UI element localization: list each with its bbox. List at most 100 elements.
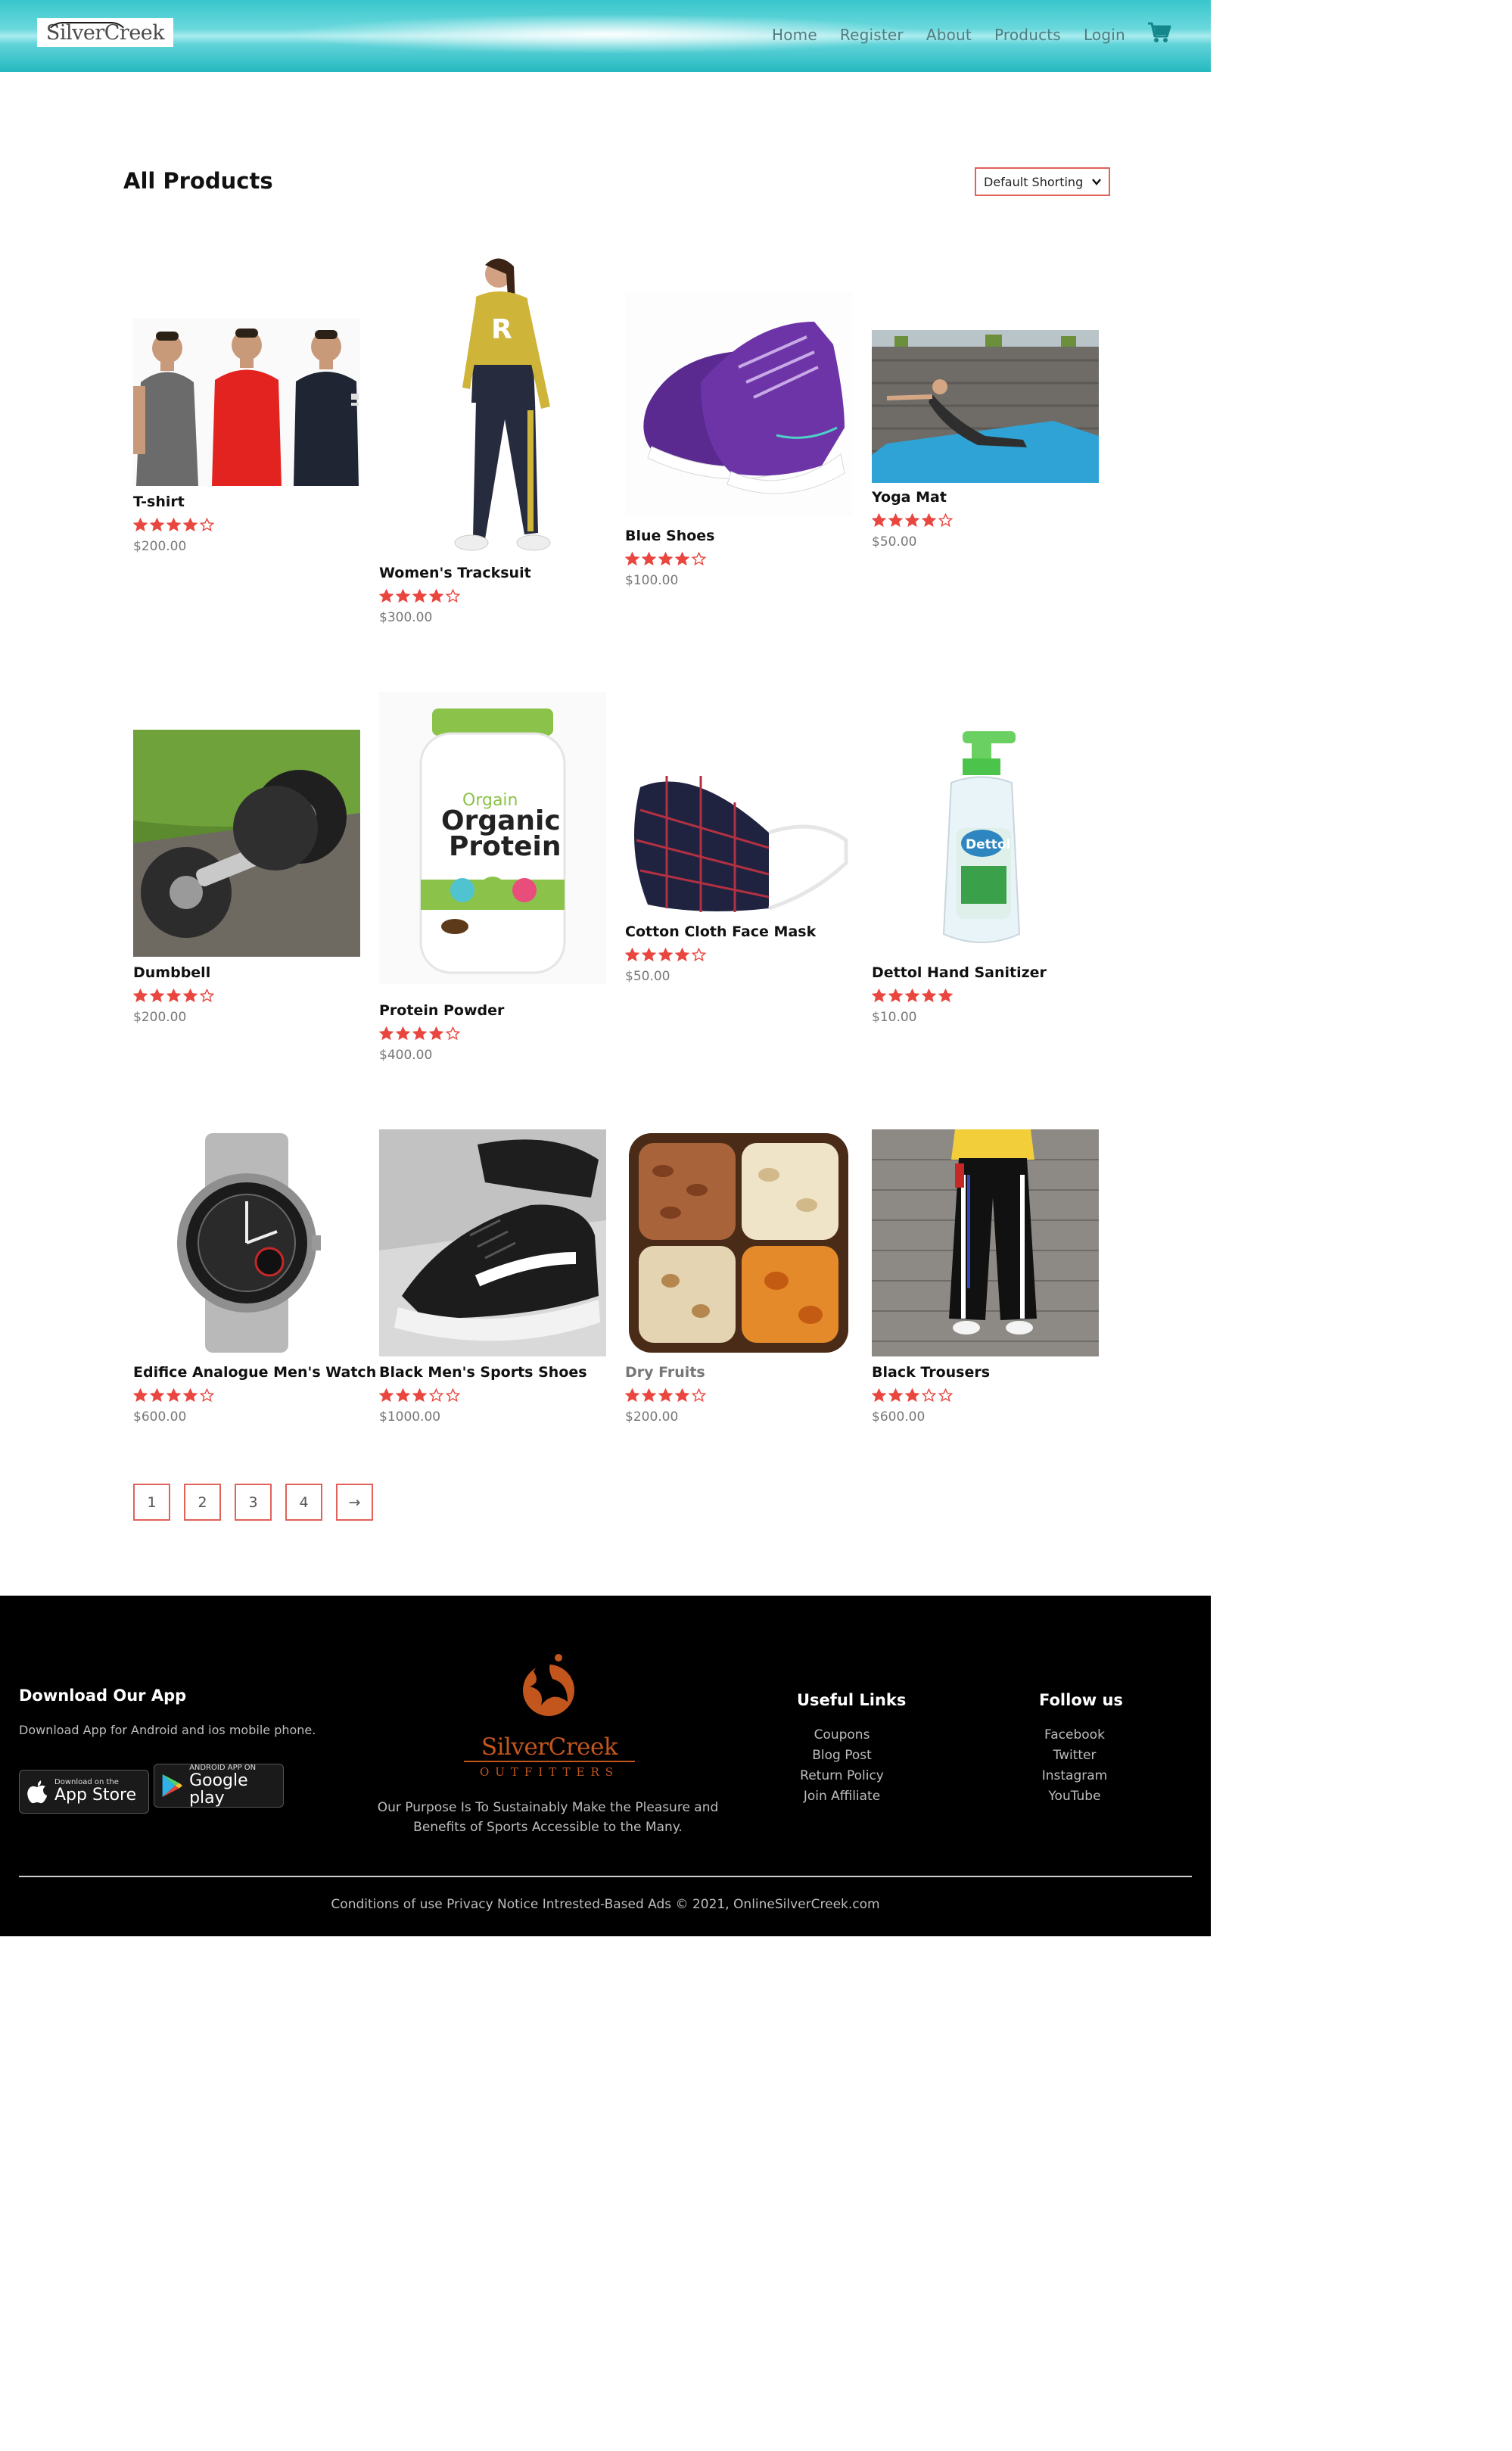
star-empty-icon — [200, 1388, 214, 1403]
star-filled-icon — [888, 989, 903, 1003]
copyright: Conditions of use Privacy Notice Intrest… — [331, 1897, 880, 1912]
star-filled-icon — [642, 552, 656, 566]
rating-stars — [625, 1388, 706, 1403]
star-filled-icon — [166, 1388, 181, 1403]
link-twitter[interactable]: Twitter — [1053, 1748, 1097, 1763]
cart-icon[interactable] — [1147, 21, 1171, 44]
star-empty-icon — [922, 1388, 936, 1403]
star-filled-icon — [905, 513, 919, 528]
footer-logo-emblem — [523, 1654, 574, 1716]
star-filled-icon — [379, 1388, 394, 1403]
link-facebook[interactable]: Facebook — [1044, 1727, 1105, 1742]
star-filled-icon — [938, 989, 953, 1003]
star-filled-icon — [658, 1388, 673, 1403]
star-empty-icon — [938, 1388, 953, 1403]
star-filled-icon — [396, 1388, 410, 1403]
product-image[interactable]: Orgain Organic Protein — [379, 692, 606, 984]
star-empty-icon — [200, 518, 214, 532]
site-logo[interactable]: SilverCreek — [37, 18, 173, 47]
star-filled-icon — [133, 518, 148, 532]
page-3-button[interactable]: 3 — [235, 1484, 272, 1521]
link-instagram[interactable]: Instagram — [1042, 1768, 1108, 1783]
product-image[interactable]: Dettol — [872, 730, 1099, 957]
star-filled-icon — [166, 989, 181, 1003]
product-name[interactable]: Cotton Cloth Face Mask — [625, 923, 816, 940]
product-image[interactable] — [625, 757, 852, 919]
google-play-button[interactable]: ANDROID APP ON Google play — [154, 1764, 284, 1808]
star-filled-icon — [642, 1388, 656, 1403]
product-name[interactable]: Protein Powder — [379, 1002, 504, 1019]
link-return-policy[interactable]: Return Policy — [800, 1768, 884, 1783]
product-image[interactable]: R — [379, 251, 606, 554]
top-header: SilverCreek Home Register About Products… — [0, 0, 1211, 72]
svg-text:Dettol: Dettol — [966, 837, 1010, 852]
product-name[interactable]: Dettol Hand Sanitizer — [872, 964, 1047, 981]
product-image[interactable] — [133, 730, 360, 957]
product-price: $100.00 — [625, 573, 679, 588]
rating-stars — [625, 552, 706, 566]
star-filled-icon — [412, 1388, 427, 1403]
link-coupons[interactable]: Coupons — [814, 1727, 870, 1742]
star-empty-icon — [692, 552, 706, 566]
rating-stars — [625, 948, 706, 962]
page: SilverCreek Home Register About Products… — [0, 0, 1512, 2451]
apple-icon — [27, 1780, 47, 1804]
page-4-button[interactable]: 4 — [285, 1484, 322, 1521]
product-price: $400.00 — [379, 1048, 433, 1063]
star-empty-icon — [692, 1388, 706, 1403]
star-filled-icon — [905, 1388, 919, 1403]
page-2-button[interactable]: 2 — [184, 1484, 221, 1521]
product-image[interactable] — [625, 1129, 852, 1356]
product-image[interactable] — [872, 1129, 1099, 1356]
link-join-affiliate[interactable]: Join Affiliate — [804, 1789, 880, 1804]
next-page-button[interactable]: → — [336, 1484, 373, 1521]
app-section-title: Download Our App — [19, 1686, 187, 1705]
app-store-big-text: App Store — [54, 1786, 137, 1805]
nav-register[interactable]: Register — [840, 26, 904, 44]
product-image[interactable] — [133, 1129, 360, 1356]
nav-home[interactable]: Home — [772, 26, 817, 44]
star-filled-icon — [396, 1026, 410, 1041]
product-name[interactable]: Edifice Analogue Men's Watch — [133, 1364, 376, 1381]
follow-us-title: Follow us — [1039, 1691, 1123, 1709]
star-empty-icon — [446, 1388, 460, 1403]
product-price: $200.00 — [625, 1409, 679, 1425]
star-filled-icon — [412, 1026, 427, 1041]
link-youtube[interactable]: YouTube — [1048, 1789, 1100, 1804]
star-filled-icon — [872, 513, 886, 528]
google-play-icon — [162, 1774, 183, 1798]
star-filled-icon — [183, 1388, 198, 1403]
page-1-button[interactable]: 1 — [133, 1484, 170, 1521]
product-price: $1000.00 — [379, 1409, 441, 1425]
product-name[interactable]: Blue Shoes — [625, 528, 714, 544]
product-name[interactable]: Yoga Mat — [872, 489, 947, 506]
product-name[interactable]: T-shirt — [133, 494, 185, 510]
logo-arc — [45, 22, 129, 40]
app-store-button[interactable]: Download on the App Store — [19, 1770, 149, 1814]
nav-products[interactable]: Products — [994, 26, 1061, 44]
main-nav: Home Register About Products Login — [772, 26, 1125, 44]
star-filled-icon — [922, 989, 936, 1003]
product-name[interactable]: Women's Tracksuit — [379, 565, 531, 581]
purpose-line-1: Our Purpose Is To Sustainably Make the P… — [377, 1800, 719, 1815]
link-blog-post[interactable]: Blog Post — [812, 1748, 872, 1763]
product-name[interactable]: Black Men's Sports Shoes — [379, 1364, 587, 1381]
star-filled-icon — [412, 589, 427, 603]
footer-logo-subtext: OUTFITTERS — [479, 1765, 620, 1779]
product-image[interactable] — [625, 291, 852, 517]
product-image[interactable] — [133, 318, 360, 486]
footer-logo-divider — [464, 1761, 635, 1762]
product-name[interactable]: Dry Fruits — [625, 1364, 705, 1381]
sort-select[interactable]: Default Shorting — [975, 167, 1110, 196]
nav-about[interactable]: About — [926, 26, 972, 44]
product-name[interactable]: Dumbbell — [133, 964, 210, 981]
star-empty-icon — [446, 589, 460, 603]
product-price: $600.00 — [133, 1409, 187, 1425]
useful-links-title: Useful Links — [797, 1691, 907, 1709]
star-empty-icon — [446, 1026, 460, 1041]
product-name[interactable]: Black Trousers — [872, 1364, 990, 1381]
product-image[interactable] — [379, 1129, 606, 1356]
star-filled-icon — [183, 518, 198, 532]
product-image[interactable] — [872, 330, 1099, 483]
nav-login[interactable]: Login — [1084, 26, 1125, 44]
